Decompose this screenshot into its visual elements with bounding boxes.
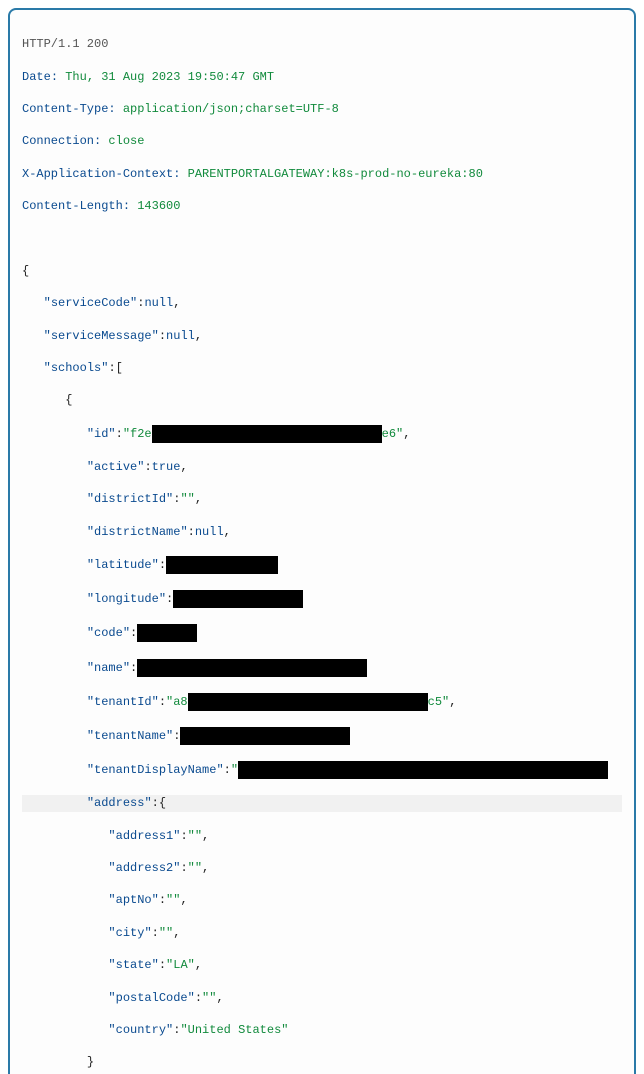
json-id: "id":"f2ee6", xyxy=(22,425,622,443)
redaction-bar xyxy=(152,425,382,443)
http-response-block: HTTP/1.1 200 Date: Thu, 31 Aug 2023 19:5… xyxy=(22,20,622,1074)
header-key: X-Application-Context xyxy=(22,167,173,181)
header-connection: Connection: close xyxy=(22,133,622,149)
header-val: PARENTPORTALGATEWAY:k8s-prod-no-eureka:8… xyxy=(188,167,483,181)
header-key: Connection xyxy=(22,134,94,148)
header-content-length: Content-Length: 143600 xyxy=(22,198,622,214)
status-text: HTTP/1.1 200 xyxy=(22,37,108,51)
code-container: HTTP/1.1 200 Date: Thu, 31 Aug 2023 19:5… xyxy=(8,8,636,1074)
header-x-application-context: X-Application-Context: PARENTPORTALGATEW… xyxy=(22,166,622,182)
json-name: "name": xyxy=(22,659,622,677)
json-tenantdisplayname: "tenantDisplayName":" xyxy=(22,761,622,779)
redaction-bar xyxy=(180,727,350,745)
json-address: "address":{ xyxy=(22,795,622,811)
header-key: Content-Type xyxy=(22,102,108,116)
json-city: "city":"", xyxy=(22,925,622,941)
redaction-bar xyxy=(137,659,367,677)
header-key: Content-Length xyxy=(22,199,123,213)
json-districtname: "districtName":null, xyxy=(22,524,622,540)
json-tenantid: "tenantId":"a8c5", xyxy=(22,693,622,711)
json-active: "active":true, xyxy=(22,459,622,475)
json-servicecode: "serviceCode":null, xyxy=(22,295,622,311)
json-postalcode: "postalCode":"", xyxy=(22,990,622,1006)
json-item-open: { xyxy=(22,392,622,408)
redaction-bar xyxy=(188,693,428,711)
json-districtid: "districtId":"", xyxy=(22,491,622,507)
json-country: "country":"United States" xyxy=(22,1022,622,1038)
header-val: Thu, 31 Aug 2023 19:50:47 GMT xyxy=(65,70,274,84)
header-key: Date xyxy=(22,70,51,84)
json-open: { xyxy=(22,263,622,279)
redaction-bar xyxy=(238,761,608,779)
json-code: "code": xyxy=(22,624,622,642)
json-servicemessage: "serviceMessage":null, xyxy=(22,328,622,344)
json-aptno: "aptNo":"", xyxy=(22,892,622,908)
blank-line xyxy=(22,230,622,246)
redaction-bar xyxy=(173,590,303,608)
redaction-bar xyxy=(166,556,278,574)
json-tenantname: "tenantName": xyxy=(22,727,622,745)
redaction-bar xyxy=(137,624,197,642)
json-schools: "schools":[ xyxy=(22,360,622,376)
status-line: HTTP/1.1 200 xyxy=(22,36,622,52)
header-date: Date: Thu, 31 Aug 2023 19:50:47 GMT xyxy=(22,69,622,85)
json-state: "state":"LA", xyxy=(22,957,622,973)
json-address-close: } xyxy=(22,1054,622,1070)
header-val: application/json;charset=UTF-8 xyxy=(123,102,339,116)
header-val: 143600 xyxy=(137,199,180,213)
header-content-type: Content-Type: application/json;charset=U… xyxy=(22,101,622,117)
json-longitude: "longitude": xyxy=(22,590,622,608)
json-latitude: "latitude": xyxy=(22,556,622,574)
header-val: close xyxy=(108,134,144,148)
json-address2: "address2":"", xyxy=(22,860,622,876)
json-address1: "address1":"", xyxy=(22,828,622,844)
